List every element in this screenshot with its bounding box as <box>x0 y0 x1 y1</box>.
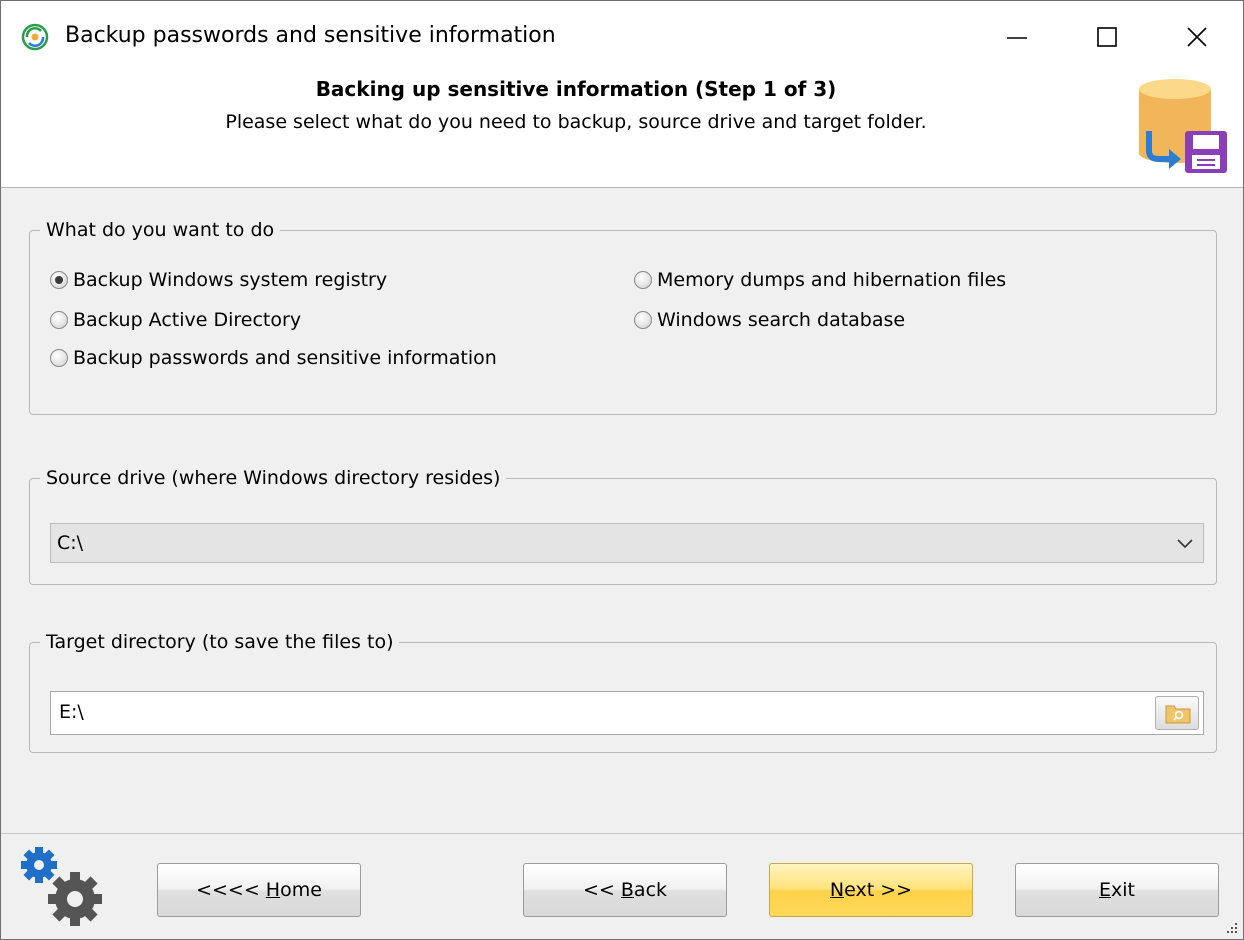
target-directory-value: E:\ <box>59 701 84 723</box>
exit-button-accel: E <box>1099 879 1112 901</box>
back-button[interactable]: << Back <box>523 863 727 917</box>
gears-icon <box>21 847 102 926</box>
next-button-rest: ext >> <box>844 879 913 901</box>
browse-folder-button[interactable] <box>1155 696 1199 730</box>
radio-windows-search-db[interactable]: Windows search database <box>634 307 905 333</box>
radio-label: Backup passwords and sensitive informati… <box>73 347 497 369</box>
action-group: What do you want to do Backup Windows sy… <box>29 219 1217 415</box>
database-backup-icon <box>1139 79 1227 173</box>
home-button-accel: H <box>265 879 281 901</box>
radio-indicator <box>50 311 68 329</box>
radio-indicator-checked <box>50 271 68 289</box>
close-button[interactable] <box>1167 11 1227 61</box>
folder-search-icon <box>1165 705 1191 724</box>
exit-button-rest: xit <box>1111 879 1135 901</box>
radio-indicator <box>50 349 68 367</box>
radio-indicator <box>634 271 652 289</box>
chevron-down-icon <box>1177 539 1193 549</box>
resize-grip-icon[interactable] <box>1225 921 1239 935</box>
radio-backup-active-directory[interactable]: Backup Active Directory <box>50 307 301 333</box>
radio-backup-registry[interactable]: Backup Windows system registry <box>50 267 387 293</box>
radio-label: Windows search database <box>657 309 906 331</box>
home-button[interactable]: <<<< Home <box>157 863 361 917</box>
minimize-icon <box>1007 37 1027 39</box>
source-drive-dropdown[interactable]: C:\ <box>50 523 1204 563</box>
target-directory-legend: Target directory (to save the files to) <box>46 631 394 653</box>
title-bar[interactable]: Backup passwords and sensitive informati… <box>1 1 1243 71</box>
window-title: Backup passwords and sensitive informati… <box>65 23 556 48</box>
action-group-legend: What do you want to do <box>46 219 275 241</box>
maximize-button[interactable] <box>1077 11 1137 61</box>
backup-wizard-window: Backup passwords and sensitive informati… <box>0 0 1244 940</box>
maximize-icon <box>1097 27 1117 47</box>
radio-label: Backup Active Directory <box>73 309 302 331</box>
source-drive-value: C:\ <box>57 532 84 554</box>
radio-backup-passwords[interactable]: Backup passwords and sensitive informati… <box>50 345 497 371</box>
step-description: Please select what do you need to backup… <box>225 111 927 133</box>
footer-separator <box>1 833 1243 834</box>
radio-memory-dumps[interactable]: Memory dumps and hibernation files <box>634 267 1006 293</box>
next-button-accel: N <box>829 879 845 901</box>
target-directory-group: Target directory (to save the files to) … <box>29 631 1217 753</box>
back-button-prefix: << <box>582 879 621 901</box>
radio-indicator <box>634 311 652 329</box>
minimize-button[interactable] <box>987 11 1047 61</box>
back-button-accel: B <box>620 879 634 901</box>
source-drive-group: Source drive (where Windows directory re… <box>29 467 1217 585</box>
wizard-header: Backing up sensitive information (Step 1… <box>1 71 1243 188</box>
close-icon <box>1187 27 1207 47</box>
target-directory-input[interactable]: E:\ <box>50 691 1204 735</box>
home-button-prefix: <<<< <box>196 879 266 901</box>
home-button-rest: ome <box>280 879 322 901</box>
app-icon <box>21 23 49 51</box>
radio-label: Memory dumps and hibernation files <box>657 269 1007 291</box>
next-button[interactable]: Next >> <box>769 863 973 917</box>
radio-label: Backup Windows system registry <box>73 269 388 291</box>
source-drive-legend: Source drive (where Windows directory re… <box>46 467 501 489</box>
back-button-rest: ack <box>633 879 668 901</box>
step-title: Backing up sensitive information (Step 1… <box>315 77 837 101</box>
exit-button[interactable]: Exit <box>1015 863 1219 917</box>
